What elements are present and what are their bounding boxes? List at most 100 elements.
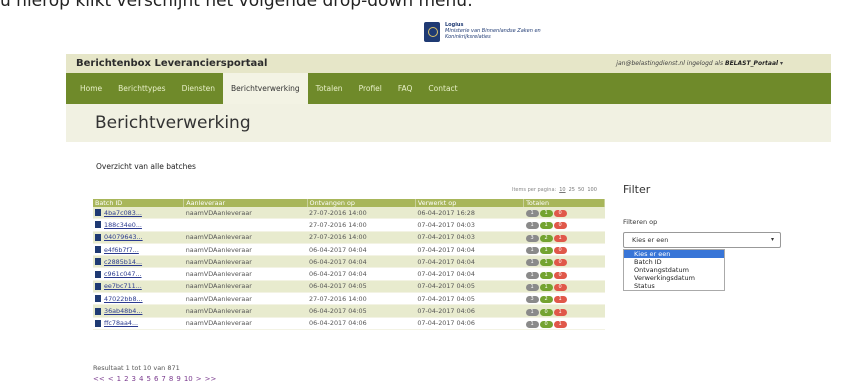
verwerkt-cell: 07-04-2017 04:06 [415, 304, 524, 318]
totals-badge[interactable]: 3 [525, 296, 539, 304]
totals-badge[interactable]: 1 [525, 320, 539, 328]
batch-id-link[interactable]: c2885b14... [104, 258, 142, 266]
totals-badge[interactable]: 1 [525, 271, 539, 279]
result-count: Resultaat 1 tot 10 van 871 [93, 364, 180, 372]
totals-badge[interactable]: 1 [525, 283, 539, 291]
page-link[interactable]: 5 [146, 375, 150, 383]
batch-id-cell: 47022bb8... [93, 292, 184, 306]
totals-badge[interactable]: 1 [525, 222, 539, 230]
totals-badge[interactable]: 1 [539, 210, 553, 218]
items-per-page-label: Items per pagina: [512, 187, 557, 193]
page-link[interactable]: 1 [117, 375, 121, 383]
aanleveraar-cell: naamVDAanleveraar [183, 292, 308, 306]
batch-id-link[interactable]: 4ba7c083... [104, 209, 142, 217]
dropdown-option[interactable]: Ontvangstdatum [624, 266, 724, 274]
batch-id-cell: e4f6b7f7... [93, 243, 184, 257]
portal-brand[interactable]: Berichtenbox Leveranciersportaal [66, 58, 267, 69]
table-row: ee7bc711... naamVDAanleveraar 06-04-2017 0… [93, 280, 605, 294]
totals-badge[interactable]: 0 [553, 271, 567, 279]
totals-badge[interactable]: 1 [525, 308, 539, 316]
batch-id-link[interactable]: e4f6b7f7... [104, 246, 139, 254]
page-link[interactable]: 2 [124, 375, 128, 383]
items-per-page-option[interactable]: 50 [578, 187, 584, 193]
page-link[interactable]: 10 [184, 375, 193, 383]
nav-item-berichtverwerking[interactable]: Berichtverwerking [223, 73, 308, 104]
totals-badge[interactable]: 1 [553, 308, 567, 316]
page-link[interactable]: > [196, 375, 202, 383]
totals-badge[interactable]: 0 [539, 308, 553, 316]
page-link[interactable]: 3 [132, 375, 136, 383]
batch-id-link[interactable]: ee7bc711... [104, 282, 142, 290]
page-link[interactable]: >> [205, 375, 217, 383]
batch-id-link[interactable]: 47022bb8... [104, 295, 143, 303]
totals-badge[interactable]: 0 [553, 210, 567, 218]
totals-badge[interactable]: 0 [553, 259, 567, 267]
items-per-page-option[interactable]: 10 [559, 187, 565, 193]
page-link[interactable]: 6 [154, 375, 158, 383]
page-subtitle: Overzicht van alle batches [96, 162, 196, 171]
batch-id-link[interactable]: 188c34e0... [104, 221, 142, 229]
nav-item-profiel[interactable]: Profiel [351, 73, 390, 104]
verwerkt-cell: 07-04-2017 04:04 [415, 255, 524, 269]
totals-badge[interactable]: 1 [539, 247, 553, 255]
nav-item-home[interactable]: Home [72, 73, 110, 104]
totals-badge[interactable]: 1 [539, 259, 553, 267]
totals-badge[interactable]: 1 [539, 222, 553, 230]
totals-badge[interactable]: 1 [539, 271, 553, 279]
page-link[interactable]: 8 [169, 375, 173, 383]
page-link[interactable]: << [93, 375, 105, 383]
user-menu[interactable]: jan@belastingdienst.nl ingelogd als BELA… [616, 60, 831, 67]
totals-cell: 110 [523, 218, 605, 232]
column-header[interactable]: Verwerkt op [415, 199, 525, 207]
filter-select-value: Kies er een [632, 236, 669, 244]
page-link[interactable]: < [108, 375, 114, 383]
ontvangen-cell: 27-07-2016 14:00 [307, 218, 416, 232]
totals-badge[interactable]: 1 [525, 259, 539, 267]
dropdown-option[interactable]: Kies er een [624, 250, 724, 258]
totals-badge[interactable]: 0 [553, 222, 567, 230]
totals-badge[interactable]: 0 [539, 320, 553, 328]
page-link[interactable]: 4 [139, 375, 143, 383]
totals-badge[interactable]: 1 [553, 234, 567, 242]
totals-badge[interactable]: 1 [539, 283, 553, 291]
batch-id-link[interactable]: c961c047... [104, 270, 142, 278]
page-link[interactable]: 9 [176, 375, 180, 383]
table-row: 47022bb8... naamVDAanleveraar 27-07-2016 1… [93, 292, 605, 306]
nav-item-contact[interactable]: Contact [420, 73, 465, 104]
items-per-page: Items per pagina: 10 25 50 100 [512, 187, 597, 193]
dropdown-option[interactable]: Batch ID [624, 258, 724, 266]
totals-badge[interactable]: 1 [525, 247, 539, 255]
batch-id-link[interactable]: ffc78aa4... [104, 319, 138, 327]
column-header[interactable]: Ontvangen op [307, 199, 416, 207]
totals-badge[interactable]: 0 [553, 283, 567, 291]
verwerkt-cell: 07-04-2017 04:04 [415, 243, 524, 257]
totals-badge[interactable]: 2 [539, 296, 553, 304]
user-name: BELAST_Portaal [725, 60, 779, 67]
totals-badge[interactable]: 2 [539, 234, 553, 242]
items-per-page-option[interactable]: 25 [569, 187, 575, 193]
totals-badge[interactable]: 1 [525, 210, 539, 218]
totals-badge[interactable]: 3 [525, 234, 539, 242]
aanleveraar-cell [183, 218, 308, 232]
table-row: e4f6b7f7... naamVDAanleveraar 06-04-2017 0… [93, 243, 605, 257]
nav-item-totalen[interactable]: Totalen [308, 73, 351, 104]
totals-badge[interactable]: 0 [553, 247, 567, 255]
items-per-page-option[interactable]: 100 [587, 187, 597, 193]
dropdown-option[interactable]: Verwerkingsdatum [624, 274, 724, 282]
main-nav: Home Berichttypes Diensten Berichtverwerkin… [66, 73, 831, 104]
totals-badge[interactable]: 1 [553, 320, 567, 328]
column-header[interactable]: Totalen [523, 199, 605, 207]
nav-item-faq[interactable]: FAQ [390, 73, 421, 104]
column-header[interactable]: Aanleveraar [183, 199, 308, 207]
page-link[interactable]: 7 [161, 375, 165, 383]
filter-select[interactable]: Kies er een ▾ [623, 232, 781, 248]
batch-id-link[interactable]: 04079643... [104, 233, 143, 241]
table-row: 04079643... naamVDAanleveraar 27-07-2016 1… [93, 231, 605, 244]
column-header[interactable]: Batch ID [93, 199, 185, 207]
document-icon [95, 307, 101, 315]
totals-badge[interactable]: 1 [553, 296, 567, 304]
nav-item-berichttypes[interactable]: Berichttypes [110, 73, 173, 104]
nav-item-diensten[interactable]: Diensten [174, 73, 223, 104]
batch-id-link[interactable]: 36ab48b4... [104, 307, 142, 315]
dropdown-option[interactable]: Status [624, 282, 724, 290]
